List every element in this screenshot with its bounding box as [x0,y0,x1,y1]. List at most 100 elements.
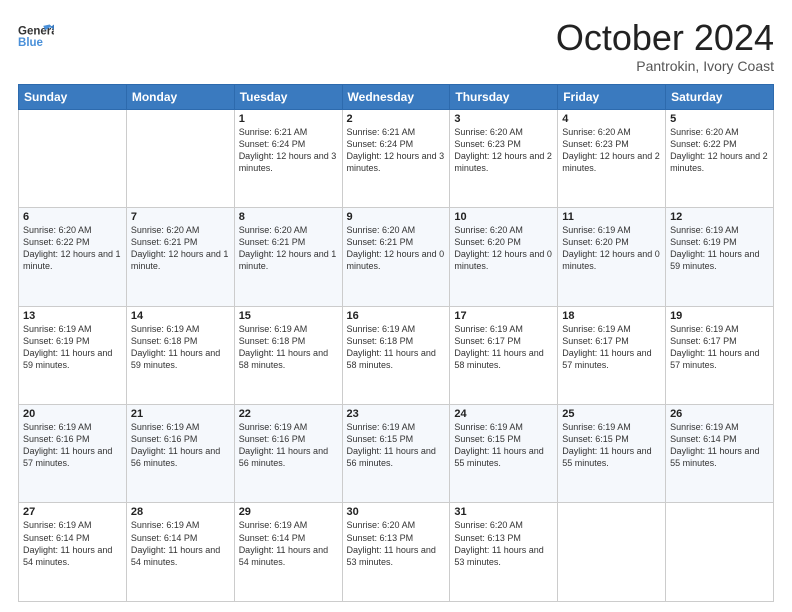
day-info: Sunrise: 6:19 AM Sunset: 6:14 PM Dayligh… [23,519,122,568]
day-number: 25 [562,408,661,420]
calendar-cell: 25Sunrise: 6:19 AM Sunset: 6:15 PM Dayli… [558,405,666,503]
calendar-cell: 29Sunrise: 6:19 AM Sunset: 6:14 PM Dayli… [234,503,342,602]
calendar-cell: 17Sunrise: 6:19 AM Sunset: 6:17 PM Dayli… [450,306,558,404]
day-number: 11 [562,211,661,223]
day-info: Sunrise: 6:19 AM Sunset: 6:15 PM Dayligh… [454,421,553,470]
day-number: 1 [239,113,338,125]
day-number: 29 [239,506,338,518]
calendar-week-row: 20Sunrise: 6:19 AM Sunset: 6:16 PM Dayli… [19,405,774,503]
calendar-cell: 2Sunrise: 6:21 AM Sunset: 6:24 PM Daylig… [342,109,450,207]
calendar-cell: 23Sunrise: 6:19 AM Sunset: 6:15 PM Dayli… [342,405,450,503]
page-header: General Blue October 2024 Pantrokin, Ivo… [18,18,774,74]
calendar-cell: 13Sunrise: 6:19 AM Sunset: 6:19 PM Dayli… [19,306,127,404]
svg-text:Blue: Blue [18,37,44,49]
day-info: Sunrise: 6:21 AM Sunset: 6:24 PM Dayligh… [347,126,446,175]
calendar-cell: 31Sunrise: 6:20 AM Sunset: 6:13 PM Dayli… [450,503,558,602]
day-header-saturday: Saturday [666,84,774,109]
calendar-cell: 3Sunrise: 6:20 AM Sunset: 6:23 PM Daylig… [450,109,558,207]
calendar-table: SundayMondayTuesdayWednesdayThursdayFrid… [18,84,774,602]
calendar-cell: 27Sunrise: 6:19 AM Sunset: 6:14 PM Dayli… [19,503,127,602]
day-info: Sunrise: 6:19 AM Sunset: 6:15 PM Dayligh… [347,421,446,470]
day-info: Sunrise: 6:21 AM Sunset: 6:24 PM Dayligh… [239,126,338,175]
day-info: Sunrise: 6:19 AM Sunset: 6:17 PM Dayligh… [562,323,661,372]
day-number: 19 [670,310,769,322]
day-info: Sunrise: 6:20 AM Sunset: 6:21 PM Dayligh… [347,224,446,273]
day-number: 16 [347,310,446,322]
day-number: 17 [454,310,553,322]
calendar-cell: 4Sunrise: 6:20 AM Sunset: 6:23 PM Daylig… [558,109,666,207]
calendar-cell: 30Sunrise: 6:20 AM Sunset: 6:13 PM Dayli… [342,503,450,602]
day-number: 7 [131,211,230,223]
day-info: Sunrise: 6:19 AM Sunset: 6:18 PM Dayligh… [239,323,338,372]
day-number: 13 [23,310,122,322]
calendar-cell: 14Sunrise: 6:19 AM Sunset: 6:18 PM Dayli… [126,306,234,404]
day-number: 2 [347,113,446,125]
calendar-header-row: SundayMondayTuesdayWednesdayThursdayFrid… [19,84,774,109]
day-info: Sunrise: 6:19 AM Sunset: 6:14 PM Dayligh… [131,519,230,568]
calendar-week-row: 1Sunrise: 6:21 AM Sunset: 6:24 PM Daylig… [19,109,774,207]
day-info: Sunrise: 6:19 AM Sunset: 6:14 PM Dayligh… [670,421,769,470]
calendar-cell [558,503,666,602]
day-number: 8 [239,211,338,223]
calendar-cell: 26Sunrise: 6:19 AM Sunset: 6:14 PM Dayli… [666,405,774,503]
month-title: October 2024 [556,18,774,58]
day-info: Sunrise: 6:19 AM Sunset: 6:19 PM Dayligh… [23,323,122,372]
day-number: 14 [131,310,230,322]
day-number: 15 [239,310,338,322]
calendar-cell [666,503,774,602]
calendar-cell: 24Sunrise: 6:19 AM Sunset: 6:15 PM Dayli… [450,405,558,503]
day-number: 20 [23,408,122,420]
day-number: 22 [239,408,338,420]
day-header-thursday: Thursday [450,84,558,109]
calendar-cell: 21Sunrise: 6:19 AM Sunset: 6:16 PM Dayli… [126,405,234,503]
calendar-cell: 1Sunrise: 6:21 AM Sunset: 6:24 PM Daylig… [234,109,342,207]
calendar-cell: 19Sunrise: 6:19 AM Sunset: 6:17 PM Dayli… [666,306,774,404]
day-info: Sunrise: 6:19 AM Sunset: 6:18 PM Dayligh… [131,323,230,372]
calendar-week-row: 6Sunrise: 6:20 AM Sunset: 6:22 PM Daylig… [19,208,774,306]
day-info: Sunrise: 6:19 AM Sunset: 6:16 PM Dayligh… [23,421,122,470]
calendar-week-row: 13Sunrise: 6:19 AM Sunset: 6:19 PM Dayli… [19,306,774,404]
day-info: Sunrise: 6:19 AM Sunset: 6:16 PM Dayligh… [131,421,230,470]
logo: General Blue [18,18,54,54]
location: Pantrokin, Ivory Coast [556,58,774,74]
day-number: 3 [454,113,553,125]
day-number: 27 [23,506,122,518]
day-info: Sunrise: 6:20 AM Sunset: 6:13 PM Dayligh… [347,519,446,568]
calendar-cell: 28Sunrise: 6:19 AM Sunset: 6:14 PM Dayli… [126,503,234,602]
calendar-cell: 22Sunrise: 6:19 AM Sunset: 6:16 PM Dayli… [234,405,342,503]
day-info: Sunrise: 6:19 AM Sunset: 6:16 PM Dayligh… [239,421,338,470]
day-number: 28 [131,506,230,518]
day-number: 9 [347,211,446,223]
day-number: 18 [562,310,661,322]
day-info: Sunrise: 6:19 AM Sunset: 6:17 PM Dayligh… [454,323,553,372]
day-number: 5 [670,113,769,125]
calendar-cell: 6Sunrise: 6:20 AM Sunset: 6:22 PM Daylig… [19,208,127,306]
calendar-cell: 16Sunrise: 6:19 AM Sunset: 6:18 PM Dayli… [342,306,450,404]
day-number: 31 [454,506,553,518]
day-info: Sunrise: 6:20 AM Sunset: 6:23 PM Dayligh… [562,126,661,175]
calendar-cell: 9Sunrise: 6:20 AM Sunset: 6:21 PM Daylig… [342,208,450,306]
day-header-tuesday: Tuesday [234,84,342,109]
day-number: 6 [23,211,122,223]
calendar-cell: 12Sunrise: 6:19 AM Sunset: 6:19 PM Dayli… [666,208,774,306]
calendar-cell: 15Sunrise: 6:19 AM Sunset: 6:18 PM Dayli… [234,306,342,404]
calendar-week-row: 27Sunrise: 6:19 AM Sunset: 6:14 PM Dayli… [19,503,774,602]
calendar-cell: 18Sunrise: 6:19 AM Sunset: 6:17 PM Dayli… [558,306,666,404]
day-info: Sunrise: 6:20 AM Sunset: 6:22 PM Dayligh… [23,224,122,273]
day-number: 4 [562,113,661,125]
day-info: Sunrise: 6:20 AM Sunset: 6:21 PM Dayligh… [239,224,338,273]
calendar-cell [126,109,234,207]
logo-icon: General Blue [18,18,54,54]
calendar-cell [19,109,127,207]
day-info: Sunrise: 6:19 AM Sunset: 6:15 PM Dayligh… [562,421,661,470]
day-number: 12 [670,211,769,223]
day-header-wednesday: Wednesday [342,84,450,109]
day-info: Sunrise: 6:20 AM Sunset: 6:20 PM Dayligh… [454,224,553,273]
day-number: 23 [347,408,446,420]
day-info: Sunrise: 6:20 AM Sunset: 6:21 PM Dayligh… [131,224,230,273]
day-info: Sunrise: 6:20 AM Sunset: 6:13 PM Dayligh… [454,519,553,568]
calendar-cell: 8Sunrise: 6:20 AM Sunset: 6:21 PM Daylig… [234,208,342,306]
day-header-friday: Friday [558,84,666,109]
day-info: Sunrise: 6:19 AM Sunset: 6:20 PM Dayligh… [562,224,661,273]
day-info: Sunrise: 6:19 AM Sunset: 6:17 PM Dayligh… [670,323,769,372]
